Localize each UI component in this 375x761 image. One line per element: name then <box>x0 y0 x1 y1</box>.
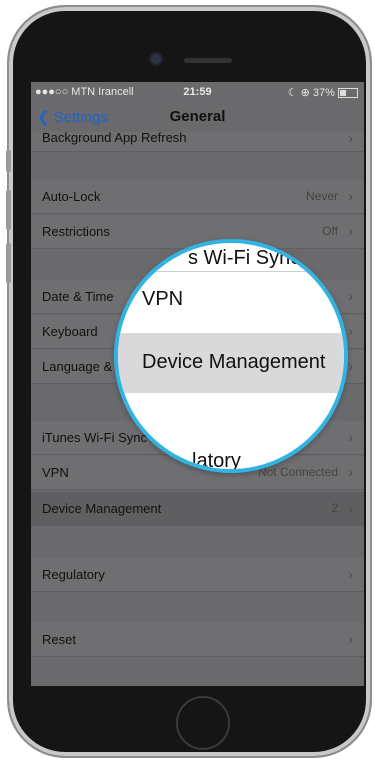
row-regulatory[interactable]: Regulatory › <box>31 558 364 592</box>
row-auto-lock[interactable]: Auto-Lock Never › <box>31 180 364 214</box>
moon-icon: ☾ <box>287 87 298 99</box>
row-label: Language & <box>42 359 113 374</box>
earpiece-speaker <box>184 58 232 63</box>
row-value: 2 <box>331 501 338 515</box>
row-background-app-refresh[interactable]: Background App Refresh › <box>31 130 364 152</box>
row-device-management[interactable]: Device Management 2 › <box>31 492 364 526</box>
row-value: Not Connected <box>257 465 338 479</box>
row-value: Off <box>322 224 338 238</box>
row-reset[interactable]: Reset › <box>31 623 364 657</box>
row-label: Background App Refresh <box>42 130 187 145</box>
front-camera <box>151 54 161 64</box>
mute-switch <box>6 150 11 172</box>
status-right: ☾ ⊕ 37% <box>288 86 358 99</box>
row-label: Reset <box>42 632 76 647</box>
chevron-right-icon: › <box>348 464 353 480</box>
volume-down-button <box>6 243 11 283</box>
divider <box>138 271 344 272</box>
row-label: iTunes Wi-Fi Sync <box>42 430 147 445</box>
chevron-right-icon: › <box>348 223 353 239</box>
chevron-right-icon: › <box>348 566 353 582</box>
row-label: Restrictions <box>42 224 110 239</box>
chevron-right-icon: › <box>348 358 353 374</box>
row-label: Auto-Lock <box>42 189 101 204</box>
navigation-bar: ❮ Settings General <box>31 102 364 132</box>
chevron-right-icon: › <box>348 288 353 304</box>
magnifier-callout: s Wi-Fi Sync VPN › Device Management lat… <box>114 239 348 473</box>
chevron-right-icon: › <box>348 429 353 445</box>
magnified-label: VPN <box>142 288 184 310</box>
orientation-lock-icon: ⊕ <box>300 87 310 99</box>
row-label: Regulatory <box>42 567 105 582</box>
row-label: Date & Time <box>42 289 114 304</box>
chevron-right-icon: › <box>348 323 353 339</box>
home-button[interactable] <box>176 696 230 750</box>
battery-icon <box>338 88 358 99</box>
chevron-right-icon: › <box>348 188 353 204</box>
row-label: Device Management <box>42 501 162 516</box>
row-label: VPN <box>42 465 69 480</box>
status-bar: ●●●○○ MTN Irancell 21:59 ☾ ⊕ 37% <box>31 82 364 102</box>
chevron-right-icon: › <box>348 500 353 516</box>
chevron-right-icon: › <box>335 288 342 310</box>
row-value: Never <box>305 189 338 203</box>
magnified-device-management-row[interactable]: Device Management <box>118 333 344 393</box>
magnified-label: Device Management <box>142 351 326 373</box>
battery-percent: 37% <box>312 87 335 99</box>
chevron-right-icon: › <box>348 130 353 146</box>
page-title: General <box>169 108 226 125</box>
row-label: Keyboard <box>42 324 98 339</box>
magnified-label: s Wi-Fi Sync <box>188 247 301 269</box>
volume-up-button <box>6 190 11 230</box>
chevron-right-icon: › <box>348 631 353 647</box>
